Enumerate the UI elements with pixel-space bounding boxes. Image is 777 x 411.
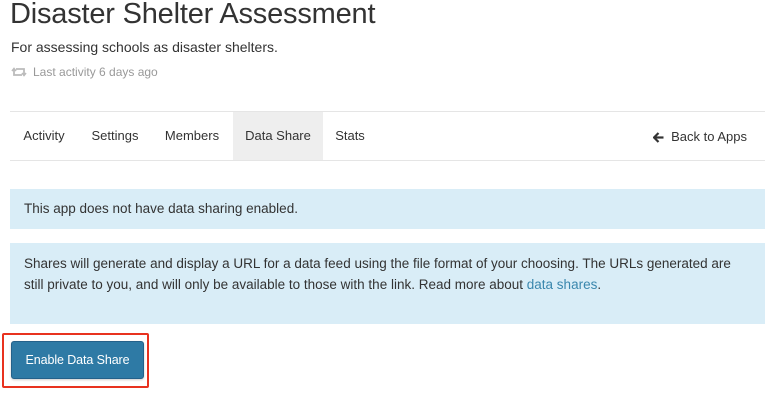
retweet-icon [11, 66, 27, 78]
data-share-info-text: Shares will generate and display a URL f… [24, 256, 731, 292]
enable-data-share-button[interactable]: Enable Data Share [11, 341, 144, 379]
last-activity-text: Last activity 6 days ago [33, 65, 158, 79]
back-to-apps-link[interactable]: Back to Apps [652, 112, 747, 160]
tab-settings[interactable]: Settings [78, 112, 152, 160]
tab-activity[interactable]: Activity [10, 112, 78, 160]
page-title: Disaster Shelter Assessment [10, 0, 376, 30]
tab-stats[interactable]: Stats [323, 112, 377, 160]
tab-data-share[interactable]: Data Share [233, 112, 323, 160]
data-shares-link[interactable]: data shares [527, 277, 598, 292]
app-tab-bar: Activity Settings Members Data Share Sta… [10, 111, 765, 161]
last-activity: Last activity 6 days ago [11, 64, 158, 80]
data-share-info-alert: Shares will generate and display a URL f… [10, 243, 765, 324]
data-sharing-status-alert: This app does not have data sharing enab… [10, 189, 765, 229]
tab-members[interactable]: Members [152, 112, 232, 160]
back-to-apps-label: Back to Apps [671, 128, 747, 144]
page-subtitle: For assessing schools as disaster shelte… [11, 39, 278, 55]
data-share-info-end: . [597, 277, 602, 292]
arrow-left-icon [652, 131, 664, 143]
